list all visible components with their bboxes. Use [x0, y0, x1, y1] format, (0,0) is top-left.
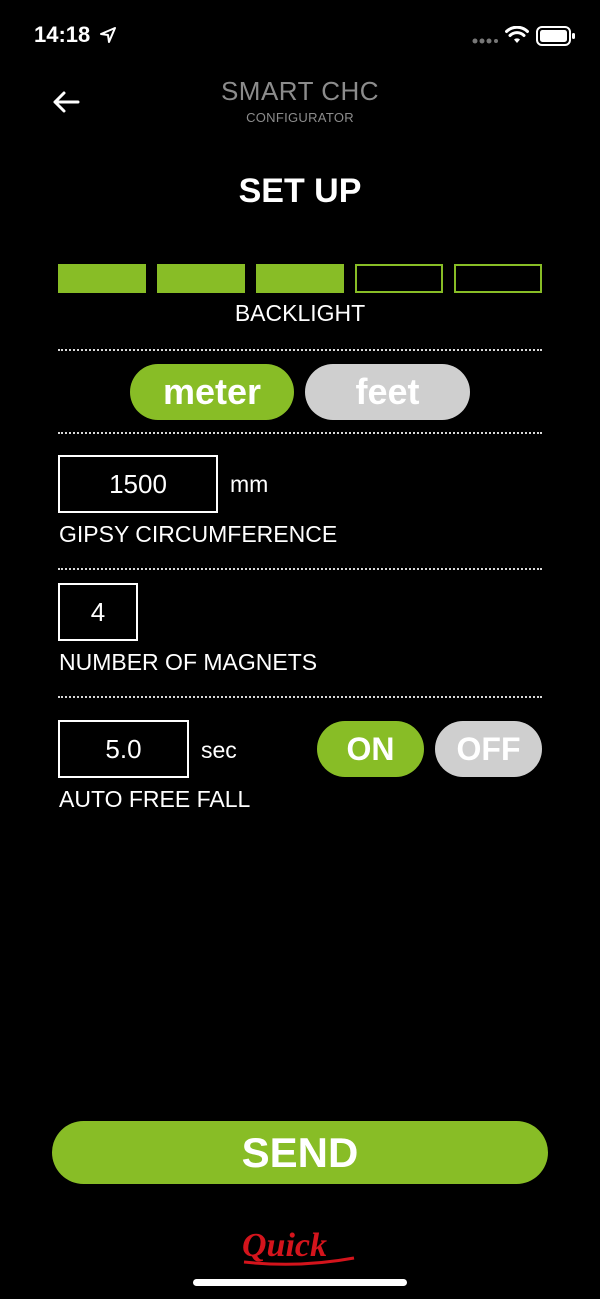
backlight-segment-4[interactable] [355, 264, 443, 293]
divider [58, 568, 542, 570]
auto-free-fall-input[interactable] [58, 720, 189, 778]
send-button[interactable]: SEND [52, 1121, 548, 1184]
backlight-segment-3[interactable] [256, 264, 344, 293]
backlight-segment-2[interactable] [157, 264, 245, 293]
wifi-icon [505, 26, 529, 43]
free-fall-on-button[interactable]: ON [317, 721, 424, 777]
gipsy-unit-label: mm [230, 471, 269, 497]
gipsy-circumference-label: GIPSY CIRCUMFERENCE [59, 521, 338, 547]
status-time: 14:18 [34, 22, 91, 47]
page-title: SET UP [238, 172, 362, 210]
number-of-magnets-input[interactable] [58, 583, 138, 641]
free-fall-off-button[interactable]: OFF [435, 721, 542, 777]
divider [58, 696, 542, 698]
home-indicator [193, 1279, 407, 1286]
app-title: SMART CHC [220, 76, 380, 106]
auto-free-fall-label: AUTO FREE FALL [59, 786, 251, 812]
backlight-label: BACKLIGHT [234, 300, 366, 326]
app-subtitle: CONFIGURATOR [246, 110, 354, 125]
divider [58, 349, 542, 351]
backlight-segment-1[interactable] [58, 264, 146, 293]
gipsy-circumference-input[interactable] [58, 455, 218, 513]
quick-logo: Quick [242, 1227, 355, 1266]
feet-toggle-button[interactable]: feet [305, 364, 470, 420]
number-of-magnets-label: NUMBER OF MAGNETS [59, 649, 318, 675]
signal-dots-icon [472, 38, 498, 44]
divider [58, 432, 542, 434]
meter-toggle-button[interactable]: meter [130, 364, 294, 420]
free-fall-unit-label: sec [201, 737, 237, 763]
location-arrow-icon [100, 27, 116, 43]
battery-icon [536, 26, 575, 46]
backlight-segment-5[interactable] [454, 264, 542, 293]
svg-text:Quick: Quick [242, 1227, 327, 1264]
